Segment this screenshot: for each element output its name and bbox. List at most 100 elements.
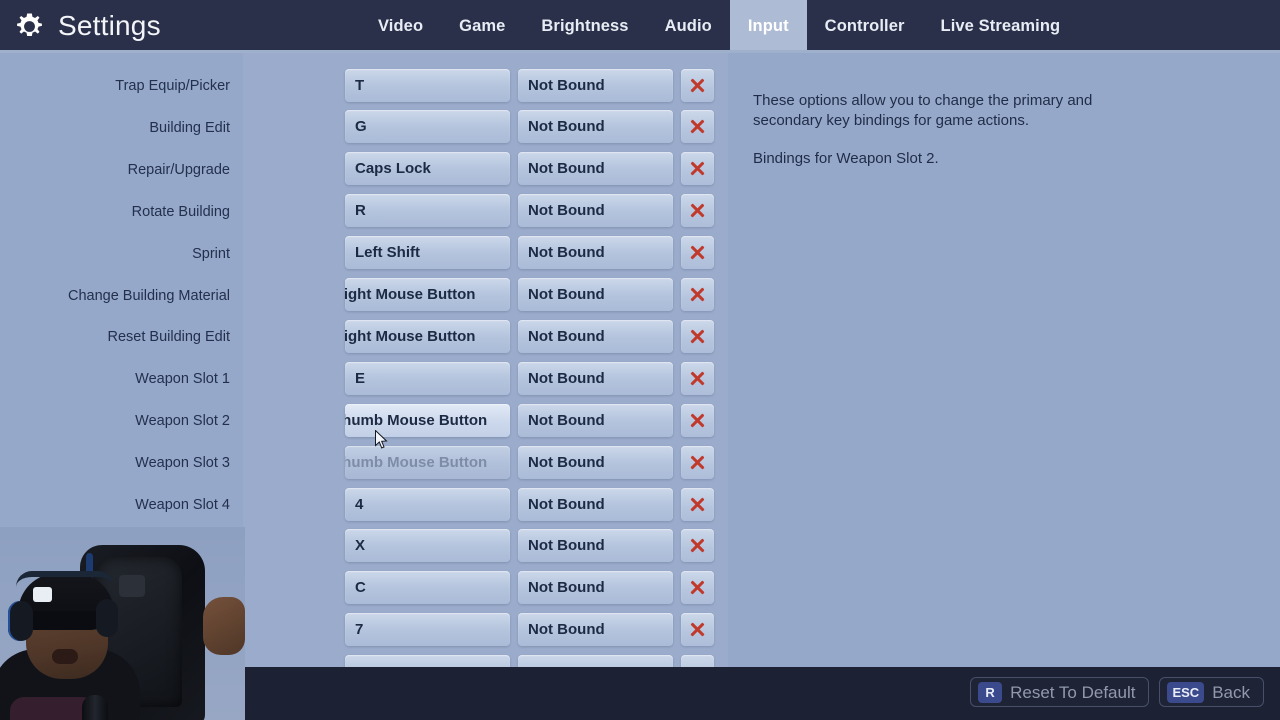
primary-binding-field[interactable]: 4 — [345, 487, 510, 521]
secondary-binding-field[interactable]: Not Bound — [518, 319, 673, 353]
secondary-binding-value: Not Bound — [528, 579, 605, 597]
binding-label: Trap Equip/Picker — [115, 78, 230, 94]
key-badge-r: R — [978, 681, 1003, 703]
primary-binding-field[interactable] — [345, 655, 510, 667]
description-panel: These options allow you to change the pr… — [728, 53, 1280, 667]
tab-game[interactable]: Game — [441, 0, 523, 53]
binding-label: Building Edit — [149, 119, 230, 136]
binding-row: 4 Not Bound — [243, 487, 728, 521]
binding-row: Caps Lock Not Bound — [243, 152, 728, 186]
binding-row: Thumb Mouse Button Not Bound — [243, 445, 728, 479]
secondary-binding-value: Not Bound — [528, 495, 605, 513]
primary-binding-field[interactable]: C — [345, 571, 510, 605]
brand: Settings — [0, 11, 360, 42]
tab-input[interactable]: Input — [729, 0, 807, 53]
secondary-binding-value: Not Bound — [528, 244, 605, 262]
primary-binding-field[interactable]: E — [345, 361, 510, 395]
close-icon — [689, 370, 706, 387]
clear-binding-button[interactable] — [681, 445, 714, 479]
clear-binding-button[interactable] — [681, 236, 714, 270]
secondary-binding-field[interactable]: Not Bound — [518, 236, 673, 270]
clear-binding-button[interactable] — [681, 613, 714, 647]
secondary-binding-field[interactable]: Not Bound — [518, 571, 673, 605]
secondary-binding-field[interactable]: Not Bound — [518, 68, 673, 102]
mouse-cursor — [375, 429, 388, 450]
key-badge-esc: ESC — [1167, 681, 1205, 703]
close-icon — [689, 454, 706, 471]
binding-row: C Not Bound — [243, 571, 728, 605]
reset-to-default-label: Reset To Default — [1010, 682, 1136, 702]
tab-label: Brightness — [541, 17, 629, 35]
settings-screen: Settings Video Game Brightness Audio Inp… — [0, 0, 1280, 720]
primary-binding-value: T — [355, 76, 365, 94]
tab-controller[interactable]: Controller — [807, 0, 923, 53]
primary-binding-field[interactable]: T — [345, 68, 510, 102]
binding-row: Right Mouse Button Not Bound — [243, 278, 728, 312]
secondary-binding-field[interactable]: Not Bound — [518, 361, 673, 395]
primary-binding-field[interactable]: 7 — [345, 613, 510, 647]
primary-binding-field[interactable]: Thumb Mouse Button — [345, 445, 510, 479]
binding-row: Right Mouse Button Not Bound — [243, 319, 728, 353]
secondary-binding-field[interactable]: Not Bound — [518, 403, 673, 437]
secondary-binding-value: Not Bound — [528, 453, 605, 471]
secondary-binding-field[interactable]: Not Bound — [518, 194, 673, 228]
secondary-binding-field[interactable]: Not Bound — [518, 110, 673, 144]
binding-row: T Not Bound — [243, 68, 728, 102]
secondary-binding-value: Not Bound — [528, 537, 605, 555]
primary-binding-field[interactable]: Right Mouse Button — [345, 319, 510, 353]
clear-binding-button[interactable] — [681, 655, 714, 667]
primary-binding-field[interactable]: Thumb Mouse Button — [345, 403, 510, 437]
clear-binding-button[interactable] — [681, 403, 714, 437]
primary-binding-field[interactable]: Left Shift — [345, 236, 510, 270]
tab-live-streaming[interactable]: Live Streaming — [923, 0, 1079, 53]
primary-binding-field[interactable]: Right Mouse Button — [345, 278, 510, 311]
primary-binding-value: E — [355, 369, 366, 387]
binding-row: Left Shift Not Bound — [243, 236, 728, 270]
close-icon — [689, 537, 706, 554]
clear-binding-button[interactable] — [681, 152, 714, 186]
back-button[interactable]: ESC Back — [1159, 677, 1264, 707]
binding-label: Weapon Slot 4 — [135, 497, 230, 513]
tab-video[interactable]: Video — [360, 0, 441, 53]
binding-row: 7 Not Bound — [243, 613, 728, 647]
clear-binding-button[interactable] — [681, 487, 714, 521]
footer-actions: R Reset To Default ESC Back — [970, 677, 1264, 707]
reset-to-default-button[interactable]: R Reset To Default — [970, 677, 1150, 707]
secondary-binding-field[interactable]: Not Bound — [518, 613, 673, 647]
description-text: These options allow you to change the pr… — [753, 91, 1123, 169]
clear-binding-button[interactable] — [681, 571, 714, 605]
binding-label: Repair/Upgrade — [127, 161, 230, 178]
primary-binding-field[interactable]: X — [345, 529, 510, 563]
clear-binding-button[interactable] — [681, 278, 714, 311]
clear-binding-button[interactable] — [681, 110, 714, 144]
close-icon — [689, 286, 706, 303]
tab-audio[interactable]: Audio — [647, 0, 730, 53]
binding-row: X Not Bound — [243, 529, 728, 563]
secondary-binding-value: Not Bound — [528, 118, 605, 136]
chair-logo — [119, 575, 145, 597]
primary-binding-field[interactable]: R — [345, 194, 510, 228]
tab-brightness[interactable]: Brightness — [523, 0, 646, 53]
close-icon — [689, 579, 706, 596]
headset-earcup-left — [8, 601, 33, 641]
secondary-binding-field[interactable]: Not Bound — [518, 445, 673, 479]
clear-binding-button[interactable] — [681, 68, 714, 102]
secondary-binding-value: Not Bound — [528, 202, 605, 220]
secondary-binding-field[interactable] — [518, 655, 673, 667]
description-paragraph-1: These options allow you to change the pr… — [753, 92, 1093, 129]
primary-binding-field[interactable]: G — [345, 110, 510, 144]
primary-binding-field[interactable]: Caps Lock — [345, 152, 510, 186]
binding-row: G Not Bound — [243, 110, 728, 144]
secondary-binding-field[interactable]: Not Bound — [518, 487, 673, 521]
primary-binding-value: R — [355, 202, 366, 220]
clear-binding-button[interactable] — [681, 194, 714, 228]
secondary-binding-field[interactable]: Not Bound — [518, 152, 673, 186]
back-label: Back — [1212, 682, 1250, 702]
clear-binding-button[interactable] — [681, 529, 714, 563]
secondary-binding-value: Not Bound — [528, 621, 605, 639]
clear-binding-button[interactable] — [681, 319, 714, 353]
secondary-binding-field[interactable]: Not Bound — [518, 529, 673, 563]
clear-binding-button[interactable] — [681, 361, 714, 395]
primary-binding-value: G — [355, 118, 367, 136]
secondary-binding-field[interactable]: Not Bound — [518, 278, 673, 311]
